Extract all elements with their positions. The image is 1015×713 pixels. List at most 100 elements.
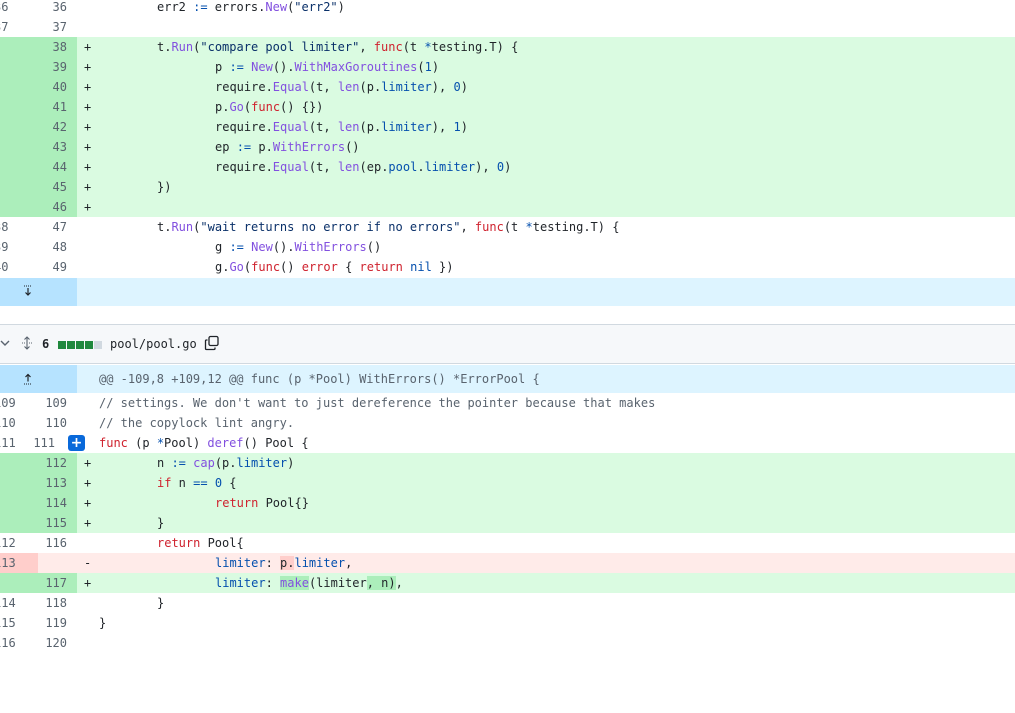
new-line-number[interactable]: 47 [0,217,67,237]
expand-up-icon [20,372,36,389]
new-line-number[interactable]: 36 [0,0,67,17]
diff-line-added: 39 + p := New().WithMaxGoroutines(1) [0,57,1015,77]
diff-sign: + [84,200,92,214]
diffstat-block [76,341,84,349]
new-line-number[interactable]: 43 [0,137,67,157]
diff-sign: + [84,120,92,134]
new-line-number[interactable]: 37 [0,17,67,37]
new-line-number[interactable]: 120 [0,633,67,653]
code-line: } [99,616,107,630]
new-line-number[interactable]: 111 [0,433,55,453]
new-line-number[interactable]: 44 [0,157,67,177]
changes-count: 6 [42,337,50,351]
hunk-header-row: @@ -109,8 +109,12 @@ func (p *Pool) With… [0,365,1015,393]
expand-file-icon[interactable] [20,336,34,353]
new-line-number[interactable]: 41 [0,97,67,117]
code-line: err2 := errors.New("err2") [157,0,345,14]
new-line-number[interactable]: 116 [0,533,67,553]
diff-sign: + [84,140,92,154]
diff-sign: + [84,60,92,74]
diff-sign: + [84,40,92,54]
diff-line-added: 114 + return Pool{} [0,493,1015,513]
diff-line: 111 111 + func (p *Pool) deref() Pool { [0,433,1015,453]
new-line-number[interactable]: 119 [0,613,67,633]
hunk-header: @@ -109,8 +109,12 @@ func (p *Pool) With… [99,372,540,386]
code-line: limiter: p.limiter, [215,556,353,570]
file-header: 6 pool/pool.go [0,324,1015,364]
code-line: } [157,596,165,610]
diff-line: 116 120 [0,633,1015,653]
new-line-number[interactable]: 115 [0,513,67,533]
diff-sign: + [84,496,92,510]
diff-sign: + [84,80,92,94]
diff-line-added: 45 + }) [0,177,1015,197]
add-comment-button[interactable]: + [68,435,85,451]
code-line: // settings. We don't want to just deref… [99,396,656,410]
diff-sign: + [84,456,92,470]
new-line-number[interactable]: 40 [0,77,67,97]
diff-line-deleted: 113 - limiter: p.limiter, [0,553,1015,573]
diffstat-block [85,341,93,349]
diff-line: 109 109 // settings. We don't want to ju… [0,393,1015,413]
diffstat-block [58,341,66,349]
diff-line: 38 47 t.Run("wait returns no error if no… [0,217,1015,237]
new-line-number[interactable]: 42 [0,117,67,137]
code-line: p := New().WithMaxGoroutines(1) [215,60,440,74]
new-line-number[interactable]: 114 [0,493,67,513]
code-line: g.Go(func() error { return nil }) [215,260,454,274]
copy-icon[interactable] [204,335,220,354]
diff-line: 115 119 } [0,613,1015,633]
diff-line-added: 46 + [0,197,1015,217]
new-line-number[interactable]: 39 [0,57,67,77]
old-line-number[interactable]: 113 [0,553,28,573]
code-line: require.Equal(t, len(p.limiter), 0) [215,80,468,94]
new-line-number[interactable]: 46 [0,197,67,217]
new-line-number[interactable]: 45 [0,177,67,197]
code-line: }) [157,180,172,194]
code-line: require.Equal(t, len(p.limiter), 1) [215,120,468,134]
expand-up-button[interactable] [0,365,77,393]
expand-down-button[interactable] [0,278,77,306]
diff-sign: + [84,180,92,194]
code-line: } [157,516,165,530]
new-line-number[interactable]: 117 [0,573,67,593]
diff-line-added: 38 + t.Run("compare pool limiter", func(… [0,37,1015,57]
diff-line: 39 48 g := New().WithErrors() [0,237,1015,257]
new-line-number[interactable]: 110 [0,413,67,433]
code-line: t.Run("compare pool limiter", func(t *te… [157,40,519,54]
diff-line: 110 110 // the copylock lint angry. [0,413,1015,433]
file-name-link[interactable]: pool/pool.go [110,337,197,351]
expand-down-icon [20,284,36,301]
new-line-number[interactable]: 48 [0,237,67,257]
diff-line-added: 41 + p.Go(func() {}) [0,97,1015,117]
diff-sign: + [84,100,92,114]
diff-line-added: 112 + n := cap(p.limiter) [0,453,1015,473]
diff-sign: - [84,556,92,570]
diff-line: 40 49 g.Go(func() error { return nil }) [0,257,1015,277]
diff-line-added: 115 + } [0,513,1015,533]
new-line-number[interactable]: 38 [0,37,67,57]
diff-sign: + [84,476,92,490]
chevron-down-icon[interactable] [0,336,10,353]
plus-icon: + [70,435,83,451]
code-line: g := New().WithErrors() [215,240,382,254]
code-line: return Pool{ [157,536,244,550]
diff-line-added: 44 + require.Equal(t, len(ep.pool.limite… [0,157,1015,177]
code-line: ep := p.WithErrors() [215,140,360,154]
code-line: return Pool{} [215,496,309,510]
code-line: limiter: make(limiter, n), [215,576,403,590]
diff-line-added: 42 + require.Equal(t, len(p.limiter), 1) [0,117,1015,137]
new-line-number[interactable]: 109 [0,393,67,413]
new-line-number[interactable]: 49 [0,257,67,277]
diff-line: 114 118 } [0,593,1015,613]
new-line-number[interactable]: 113 [0,473,67,493]
new-line-number[interactable]: 112 [0,453,67,473]
diff-line-added: 113 + if n == 0 { [0,473,1015,493]
code-line: t.Run("wait returns no error if no error… [157,220,620,234]
diff-sign: + [84,160,92,174]
diff-line: 112 116 return Pool{ [0,533,1015,553]
diff-sign: + [84,516,92,530]
diff-line: 37 37 [0,17,1015,37]
diff-sign: + [84,576,92,590]
new-line-number[interactable]: 118 [0,593,67,613]
